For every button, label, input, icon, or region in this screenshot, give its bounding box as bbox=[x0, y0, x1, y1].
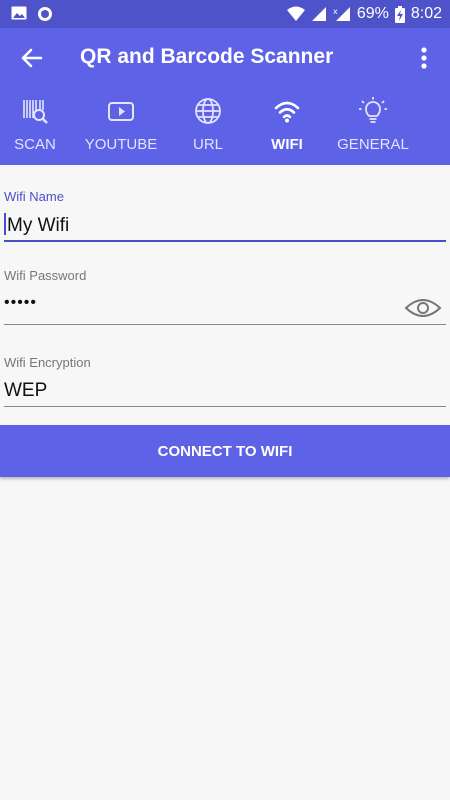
wifi-password-underline bbox=[4, 324, 446, 325]
tab-label-url: URL bbox=[192, 136, 223, 153]
wifi-name-input[interactable]: My Wifi bbox=[7, 215, 69, 236]
wifi-password-field[interactable]: Wifi Password ••••• bbox=[4, 268, 446, 326]
clock-time: 8:02 bbox=[410, 5, 442, 22]
cell-signal-no-data-icon: x bbox=[333, 7, 350, 21]
more-options-icon[interactable] bbox=[412, 44, 436, 72]
wifi-name-label: Wifi Name bbox=[4, 189, 64, 204]
wifi-name-underline bbox=[4, 240, 446, 242]
tab-wifi[interactable]: WIFI bbox=[258, 90, 316, 165]
image-notification-icon bbox=[11, 6, 27, 20]
globe-icon bbox=[195, 98, 221, 124]
wifi-encryption-label: Wifi Encryption bbox=[4, 355, 91, 370]
back-arrow-icon[interactable] bbox=[18, 44, 46, 72]
battery-charging-icon bbox=[394, 5, 405, 23]
wifi-name-field[interactable]: Wifi Name My Wifi bbox=[4, 189, 446, 243]
wifi-encryption-field[interactable]: Wifi Encryption WEP bbox=[4, 355, 446, 409]
app-bar: QR and Barcode Scanner bbox=[0, 28, 450, 90]
app-title: QR and Barcode Scanner bbox=[80, 45, 334, 68]
svg-text:x: x bbox=[333, 7, 338, 16]
tab-scan[interactable]: SCAN bbox=[0, 90, 70, 165]
wifi-icon bbox=[274, 101, 300, 123]
wifi-encryption-input[interactable]: WEP bbox=[4, 380, 47, 401]
tab-label-youtube: YOUTUBE bbox=[84, 136, 158, 153]
text-cursor bbox=[4, 213, 6, 235]
tab-label-wifi: WIFI bbox=[271, 136, 303, 153]
tab-url[interactable]: URL bbox=[178, 90, 238, 165]
connect-to-wifi-button[interactable]: CONNECT TO WIFI bbox=[0, 425, 450, 477]
cell-signal-icon bbox=[311, 7, 326, 21]
tab-label-general: GENERAL bbox=[337, 136, 409, 153]
tab-general[interactable]: GENERAL bbox=[334, 90, 412, 165]
wifi-password-input[interactable]: ••••• bbox=[4, 294, 37, 311]
record-notification-icon bbox=[38, 7, 52, 21]
wifi-signal-icon bbox=[286, 6, 305, 21]
lightbulb-icon bbox=[359, 97, 387, 123]
wifi-password-label: Wifi Password bbox=[4, 268, 87, 283]
status-bar: x 69% 8:02 bbox=[0, 0, 450, 28]
show-password-eye-icon[interactable] bbox=[404, 295, 442, 321]
battery-percent: 69% bbox=[356, 5, 389, 22]
youtube-icon bbox=[108, 102, 134, 121]
tab-youtube[interactable]: YOUTUBE bbox=[82, 90, 160, 165]
tab-bar: SCAN YOUTUBE URL WIFI GENERAL bbox=[0, 90, 450, 165]
tab-label-scan: SCAN bbox=[14, 136, 56, 153]
barcode-scan-icon bbox=[23, 100, 48, 124]
wifi-encryption-underline bbox=[4, 406, 446, 407]
